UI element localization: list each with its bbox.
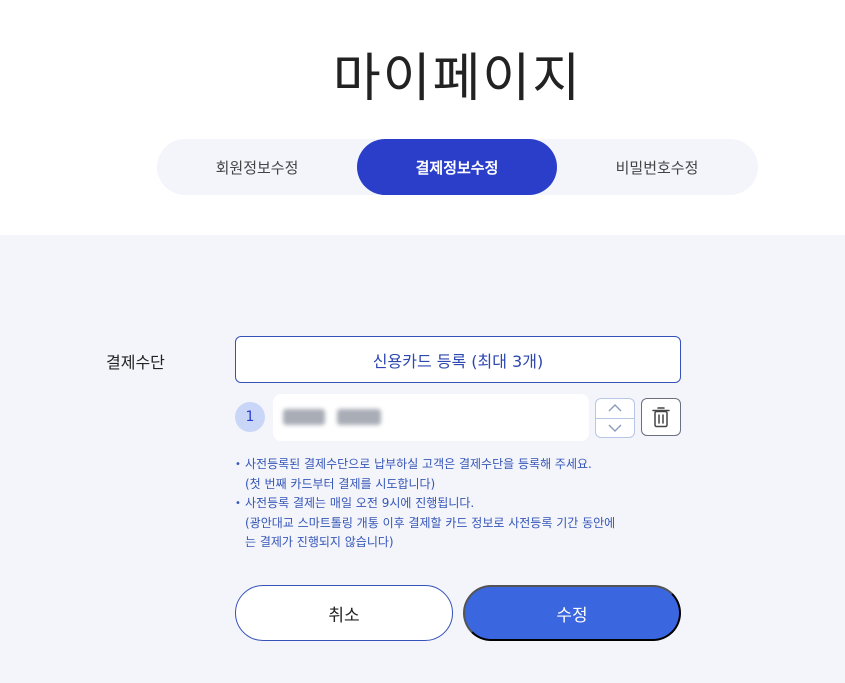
note-line: 사전등록 결제는 매일 오전 9시에 진행됩니다.: [235, 494, 695, 514]
trash-icon: [652, 407, 670, 428]
tab-bar: 회원정보수정 결제정보수정 비밀번호수정: [157, 139, 758, 195]
card-number-field: [273, 394, 589, 441]
note-line: 사전등록된 결제수단으로 납부하실 고객은 결제수단을 등록해 주세요.: [235, 455, 695, 475]
note-line: (광안대교 스마트톨링 개통 이후 결제할 카드 정보로 사전등록 기간 동안에: [245, 515, 616, 530]
register-card-button[interactable]: 신용카드 등록 (최대 3개): [235, 336, 681, 383]
move-up-button[interactable]: [596, 399, 634, 418]
masked-card-chunk: [283, 409, 325, 425]
note-line: 는 결제가 진행되지 않습니다): [245, 535, 394, 549]
tab-member-info[interactable]: 회원정보수정: [157, 139, 357, 195]
tab-password[interactable]: 비밀번호수정: [557, 139, 757, 195]
chevron-down-icon: [608, 424, 622, 432]
submit-button[interactable]: 수정: [463, 585, 681, 641]
masked-card-number: [283, 409, 381, 425]
cancel-button[interactable]: 취소: [235, 585, 453, 641]
card-index-badge: 1: [235, 402, 265, 432]
move-down-button[interactable]: [596, 417, 634, 438]
delete-card-button[interactable]: [641, 398, 681, 436]
page-title: 마이페이지: [332, 49, 583, 109]
tab-payment-info[interactable]: 결제정보수정: [357, 139, 557, 195]
payment-method-label: 결제수단: [106, 353, 165, 372]
masked-card-chunk: [337, 409, 381, 425]
payment-notes: 사전등록된 결제수단으로 납부하실 고객은 결제수단을 등록해 주세요. (첫 …: [235, 455, 695, 553]
card-order-stepper: [595, 398, 635, 438]
note-line: (첫 번째 카드부터 결제를 시도합니다): [245, 476, 436, 491]
chevron-up-icon: [608, 404, 622, 412]
